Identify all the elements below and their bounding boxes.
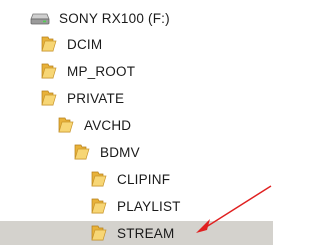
- drive-icon: [30, 12, 50, 25]
- tree-item-label: PLAYLIST: [117, 198, 181, 214]
- tree-item-avchd[interactable]: AVCHD: [57, 113, 273, 137]
- folder-icon: [90, 170, 107, 188]
- tree-item-dcim[interactable]: DCIM: [40, 32, 273, 56]
- tree-item-label: PRIVATE: [67, 90, 125, 106]
- tree-item-label: BDMV: [100, 144, 140, 160]
- tree-item-private[interactable]: PRIVATE: [40, 86, 273, 110]
- tree-item-label: DCIM: [67, 36, 103, 52]
- folder-icon: [90, 224, 107, 242]
- tree-item-clipinf[interactable]: CLIPINF: [90, 167, 273, 191]
- folder-icon: [40, 89, 57, 107]
- folder-icon: [40, 62, 57, 80]
- tree-item-playlist[interactable]: PLAYLIST: [90, 194, 273, 218]
- folder-icon: [57, 116, 74, 134]
- tree-item-stream[interactable]: STREAM: [0, 221, 273, 245]
- folder-icon: [90, 197, 107, 215]
- folder-icon: [73, 143, 90, 161]
- tree-item-drive[interactable]: SONY RX100 (F:): [30, 6, 273, 30]
- tree-item-bdmv[interactable]: BDMV: [73, 140, 273, 164]
- tree-item-mp-root[interactable]: MP_ROOT: [40, 59, 273, 83]
- tree-item-label: STREAM: [117, 225, 175, 241]
- folder-tree: SONY RX100 (F:) DCIM MP_ROOT PRIVATE AVC…: [0, 0, 273, 245]
- tree-item-label: AVCHD: [84, 117, 132, 133]
- tree-item-label: SONY RX100 (F:): [59, 10, 170, 26]
- tree-item-label: CLIPINF: [117, 171, 171, 187]
- tree-item-label: MP_ROOT: [67, 63, 136, 79]
- folder-icon: [40, 35, 57, 53]
